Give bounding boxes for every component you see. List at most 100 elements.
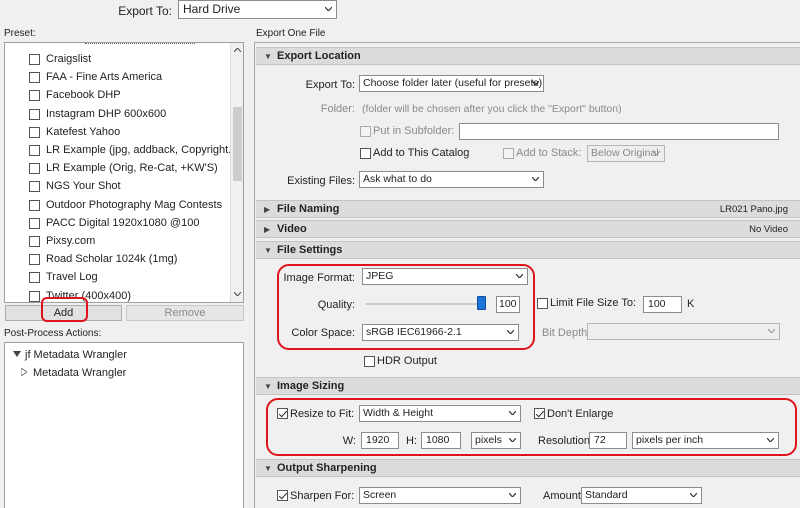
post-process-item-label: Metadata Wrangler — [33, 367, 127, 379]
subfolder-checkbox[interactable] — [360, 126, 371, 137]
sharpen-for-value: Screen — [363, 489, 397, 501]
preset-label-text: Travel Log — [46, 271, 98, 284]
video-header[interactable]: ▶ Video No Video — [256, 220, 800, 238]
collapsed-triangle-icon: ▶ — [264, 205, 271, 214]
preset-label-text: Craigslist — [46, 53, 92, 65]
export-location-header[interactable]: ▼ Export Location — [256, 47, 800, 65]
preset-label-text: LR Example (jpg, addback, Copyright... — [46, 144, 238, 156]
expanded-triangle-icon: ▼ — [264, 52, 272, 61]
chevron-down-icon — [768, 329, 775, 333]
expand-triangle-icon[interactable] — [13, 351, 21, 357]
sharpen-for-select[interactable]: Screen — [359, 487, 521, 504]
sharpen-for-label: Sharpen For: — [290, 490, 355, 502]
post-process-list: jf Metadata Wrangler Metadata Wrangler — [4, 342, 244, 508]
section-title: Export Location — [277, 50, 361, 62]
preset-scrollbar[interactable] — [230, 43, 243, 302]
add-to-stack-checkbox[interactable] — [503, 148, 514, 159]
preset-label-text: LR Example (Orig, Re-Cat, +KW'S) — [46, 162, 218, 175]
stack-value: Below Original — [591, 147, 659, 159]
limit-file-size-checkbox[interactable] — [537, 298, 548, 309]
subfolder-label: Put in Subfolder: — [373, 125, 455, 137]
preset-label-text: Pixsy.com — [46, 235, 96, 247]
preset-checkbox[interactable] — [29, 145, 40, 156]
section-title: File Settings — [277, 244, 343, 256]
chevron-down-icon — [532, 81, 539, 85]
file-naming-header[interactable]: ▶ File Naming LR021 Pano.jpg — [256, 200, 800, 218]
bit-depth-label: Bit Depth: — [542, 327, 591, 339]
bit-depth-select[interactable] — [587, 323, 780, 340]
preset-list: Craigslist FAA - Fine Arts America Faceboo… — [4, 42, 244, 303]
loc-export-to-label: Export To: — [305, 79, 355, 91]
preset-checkbox[interactable] — [29, 90, 40, 102]
section-title: Output Sharpening — [277, 462, 377, 474]
scroll-up-icon[interactable] — [234, 48, 241, 52]
export-to-value: Hard Drive — [183, 2, 241, 16]
preset-label-text: FAA - Fine Arts America — [46, 71, 163, 84]
section-summary: LR021 Pano.jpg — [719, 204, 788, 215]
image-sizing-highlight-box — [266, 398, 797, 456]
chevron-down-icon — [509, 493, 516, 497]
file-settings-highlight-box — [277, 264, 535, 350]
expanded-triangle-icon: ▼ — [264, 382, 272, 391]
hdr-output-checkbox[interactable] — [364, 356, 375, 367]
preset-label-text: Outdoor Photography Mag Contests — [46, 198, 223, 211]
preset-checkbox[interactable] — [29, 272, 40, 284]
chevron-down-icon — [325, 7, 332, 11]
file-settings-header[interactable]: ▼ File Settings — [256, 241, 800, 259]
preset-checkbox[interactable] — [29, 199, 40, 211]
preset-checkbox[interactable] — [29, 163, 40, 175]
preset-label-text: NGS Your Shot — [46, 180, 121, 193]
existing-files-select[interactable]: Ask what to do — [359, 171, 544, 188]
add-to-stack-label: Add to Stack: — [516, 147, 582, 159]
limit-file-size-label: Limit File Size To: — [550, 297, 636, 309]
preset-label-text: Road Scholar 1024k (1mg) — [46, 253, 178, 266]
hdr-output-label: HDR Output — [377, 355, 437, 367]
preset-checkbox[interactable] — [29, 181, 40, 193]
preset-checkbox[interactable] — [29, 290, 40, 302]
preset-label-text: Facebook DHP — [46, 89, 121, 102]
remove-button-label: Remove — [164, 307, 206, 319]
preset-label-text: Instagram DHP 600x600 — [46, 107, 167, 120]
sharpen-for-checkbox[interactable] — [277, 490, 288, 501]
amount-value: Standard — [585, 489, 628, 501]
folder-label: Folder: — [320, 103, 355, 115]
expanded-triangle-icon: ▼ — [264, 246, 272, 255]
preset-checkbox[interactable] — [29, 126, 40, 138]
amount-select[interactable]: Standard — [581, 487, 702, 504]
add-to-catalog-checkbox[interactable] — [360, 148, 371, 159]
loc-export-to-value: Choose folder later (useful for presets) — [363, 77, 543, 89]
list-item[interactable]: Metadata Wrangler — [20, 367, 127, 379]
remove-button[interactable]: Remove — [126, 305, 244, 321]
limit-file-size-value: 100 — [648, 298, 666, 310]
limit-unit-label: K — [687, 298, 695, 310]
add-highlight-box — [41, 297, 88, 322]
preset-checkbox[interactable] — [29, 54, 40, 65]
preset-checkbox[interactable] — [29, 108, 40, 120]
post-process-label: Post-Process Actions: — [4, 328, 102, 339]
collapsed-triangle-icon[interactable] — [20, 367, 28, 377]
export-to-label: Export To: — [118, 4, 172, 18]
stack-select[interactable]: Below Original — [587, 145, 665, 162]
limit-file-size-input[interactable]: 100 — [643, 296, 682, 313]
chevron-down-icon — [653, 151, 660, 155]
existing-files-label: Existing Files: — [287, 175, 355, 187]
preset-checkbox[interactable] — [29, 254, 40, 266]
list-item[interactable]: jf Metadata Wrangler — [13, 349, 127, 361]
add-to-catalog-label: Add to This Catalog — [373, 147, 470, 159]
section-title: File Naming — [277, 203, 340, 215]
output-sharpening-header[interactable]: ▼ Output Sharpening — [256, 459, 800, 477]
section-title: Video — [277, 223, 307, 235]
scroll-down-icon[interactable] — [234, 292, 241, 296]
preset-checkbox[interactable] — [29, 72, 40, 84]
preset-checkbox[interactable] — [29, 236, 40, 247]
loc-export-to-select[interactable]: Choose folder later (useful for presets) — [359, 75, 544, 92]
chevron-down-icon — [532, 177, 539, 181]
preset-checkbox[interactable] — [29, 217, 40, 229]
expanded-triangle-icon: ▼ — [264, 464, 272, 473]
preset-label-text: PACC Digital 1920x1080 @100 — [46, 216, 200, 229]
subfolder-input[interactable] — [459, 123, 779, 140]
export-to-select[interactable]: Hard Drive — [178, 0, 337, 19]
image-sizing-header[interactable]: ▼ Image Sizing — [256, 377, 800, 395]
existing-files-value: Ask what to do — [363, 173, 432, 185]
preset-scroll-thumb[interactable] — [233, 107, 242, 181]
